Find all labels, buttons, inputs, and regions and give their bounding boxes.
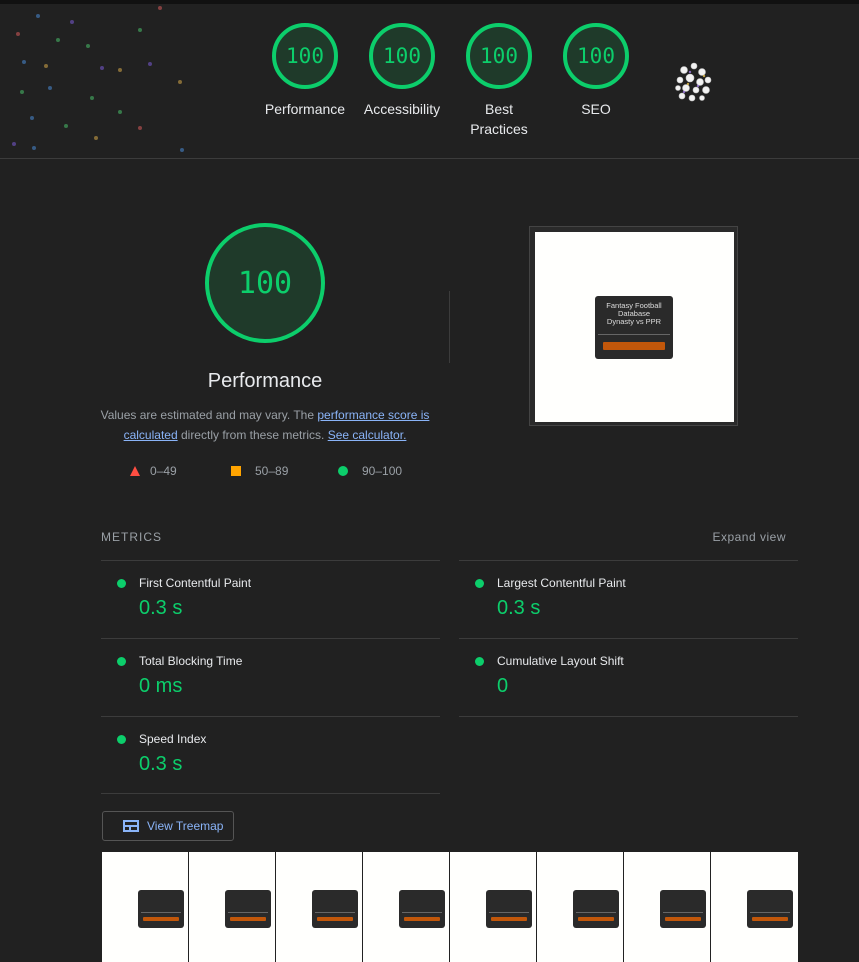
filmstrip-frame bbox=[537, 852, 624, 962]
average-square-icon bbox=[231, 466, 241, 476]
treemap-icon bbox=[123, 820, 139, 832]
metric-name: Total Blocking Time bbox=[139, 654, 243, 668]
metric-largest-contentful-paint: Largest Contentful Paint 0.3 s bbox=[459, 561, 797, 638]
filmstrip-frame bbox=[450, 852, 537, 962]
legend-label: 90–100 bbox=[362, 464, 403, 478]
category-description: Values are estimated and may vary. The p… bbox=[100, 405, 430, 445]
card-divider bbox=[598, 334, 670, 335]
metric-value: 0 ms bbox=[139, 675, 183, 697]
filmstrip-frame bbox=[189, 852, 276, 962]
gauge-label: Accessibility bbox=[363, 101, 441, 117]
gauge-seo[interactable]: 100 SEO bbox=[546, 23, 646, 119]
metric-name: Cumulative Layout Shift bbox=[497, 654, 624, 668]
scores-header: 100 Performance 100 Accessibility 100 Be… bbox=[0, 0, 859, 159]
metrics-header: METRICS Expand view bbox=[101, 530, 798, 544]
metric-value: 0.3 s bbox=[139, 753, 183, 775]
metric-name: Largest Contentful Paint bbox=[497, 576, 626, 590]
screenshot-card bbox=[138, 890, 184, 928]
filmstrip bbox=[102, 852, 798, 962]
performance-score: 100 bbox=[205, 223, 325, 343]
metrics-heading: METRICS bbox=[101, 530, 162, 544]
screenshot-card: Fantasy Football Database Dynasty vs PPR bbox=[595, 296, 673, 359]
divider bbox=[101, 793, 440, 794]
pass-circle-icon bbox=[117, 735, 126, 744]
screenshot-card bbox=[225, 890, 271, 928]
gauge-accessibility[interactable]: 100 Accessibility bbox=[352, 23, 452, 119]
legend-label: 50–89 bbox=[255, 464, 289, 478]
expand-view-toggle[interactable]: Expand view bbox=[712, 530, 786, 544]
legend-label: 0–49 bbox=[150, 464, 177, 478]
metric-speed-index: Speed Index 0.3 s bbox=[101, 717, 439, 794]
button-label: View Treemap bbox=[147, 819, 224, 833]
score-ring: 100 bbox=[563, 23, 629, 89]
screenshot-card bbox=[486, 890, 532, 928]
metric-first-contentful-paint: First Contentful Paint 0.3 s bbox=[101, 561, 439, 638]
gauge-performance[interactable]: 100 Performance bbox=[255, 23, 355, 119]
screenshot-card bbox=[747, 890, 793, 928]
metric-name: First Contentful Paint bbox=[139, 576, 252, 590]
metric-value: 0 bbox=[497, 675, 509, 697]
pass-circle-icon bbox=[338, 466, 348, 476]
metric-total-blocking-time: Total Blocking Time 0 ms bbox=[101, 639, 439, 716]
metric-name: Speed Index bbox=[139, 732, 207, 746]
gauge-best-practices[interactable]: 100 Best Practices bbox=[449, 23, 549, 139]
filmstrip-frame bbox=[102, 852, 189, 962]
fireworks-icon bbox=[675, 62, 712, 102]
metric-value: 0.3 s bbox=[497, 597, 541, 619]
legend-average: 50–89 bbox=[231, 464, 288, 478]
gauge-label: SEO bbox=[581, 101, 611, 117]
pass-circle-icon bbox=[475, 657, 484, 666]
filmstrip-frame bbox=[276, 852, 363, 962]
card-subtitle: Dynasty vs PPR bbox=[606, 317, 662, 326]
description-text: directly from these metrics. bbox=[177, 428, 328, 442]
metric-value: 0.3 s bbox=[139, 597, 183, 619]
filmstrip-frame bbox=[711, 852, 798, 962]
final-screenshot[interactable]: Fantasy Football Database Dynasty vs PPR bbox=[529, 226, 738, 426]
screenshot-image: Fantasy Football Database Dynasty vs PPR bbox=[535, 232, 734, 422]
screenshot-card bbox=[573, 890, 619, 928]
confetti-decoration bbox=[12, 6, 184, 152]
legend-fail: 0–49 bbox=[130, 464, 177, 478]
fail-triangle-icon bbox=[130, 466, 140, 476]
divider bbox=[459, 716, 798, 717]
screenshot-card bbox=[660, 890, 706, 928]
metric-cumulative-layout-shift: Cumulative Layout Shift 0 bbox=[459, 639, 797, 716]
filmstrip-frame bbox=[363, 852, 450, 962]
score-ring: 100 bbox=[369, 23, 435, 89]
category-title: Performance bbox=[207, 370, 323, 392]
screenshot-card bbox=[312, 890, 358, 928]
score-ring: 100 bbox=[272, 23, 338, 89]
pass-circle-icon bbox=[475, 579, 484, 588]
screenshot-card bbox=[399, 890, 445, 928]
see-calculator-link[interactable]: See calculator. bbox=[328, 428, 407, 442]
legend-pass: 90–100 bbox=[338, 464, 402, 478]
card-button bbox=[603, 342, 665, 350]
pass-circle-icon bbox=[117, 657, 126, 666]
divider bbox=[449, 291, 450, 363]
pass-circle-icon bbox=[117, 579, 126, 588]
filmstrip-frame bbox=[624, 852, 711, 962]
performance-gauge: 100 bbox=[205, 223, 325, 343]
score-ring: 100 bbox=[466, 23, 532, 89]
description-text: Values are estimated and may vary. The bbox=[100, 408, 318, 422]
gauge-label: Performance bbox=[264, 101, 346, 117]
gauge-label: Best Practices bbox=[470, 101, 528, 137]
view-treemap-button[interactable]: View Treemap bbox=[102, 811, 234, 841]
